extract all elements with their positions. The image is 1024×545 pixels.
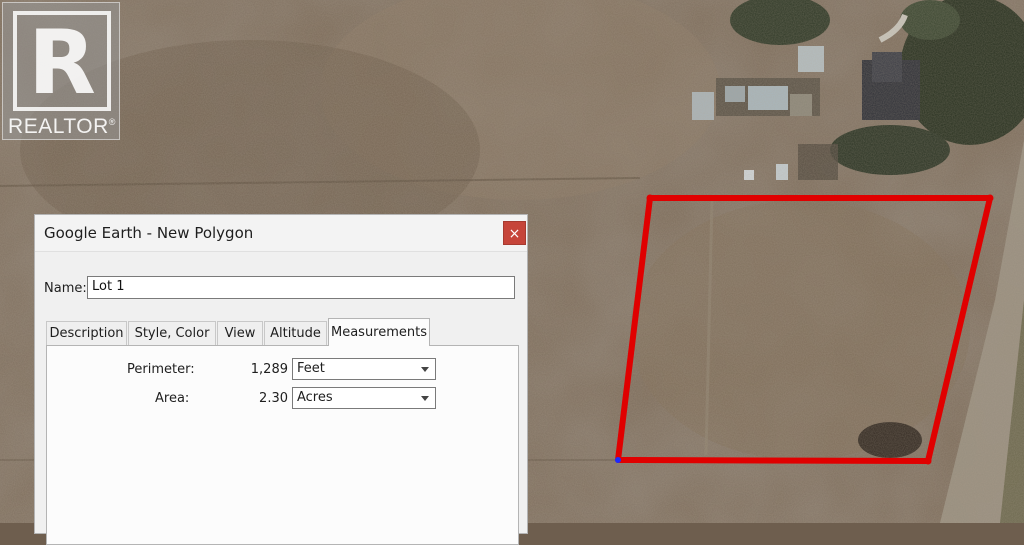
area-label: Area: xyxy=(155,391,190,406)
tab-description[interactable]: Description xyxy=(46,321,127,345)
area-value: 2.30 xyxy=(259,391,288,406)
logo-text: REALTOR xyxy=(8,115,109,138)
logo-r-box: R xyxy=(13,11,111,114)
close-button[interactable]: × xyxy=(503,221,526,245)
tab-altitude[interactable]: Altitude xyxy=(264,321,327,345)
measurements-panel: Perimeter: 1,289 Feet Area: 2.30 Acres xyxy=(46,345,519,545)
name-input[interactable]: Lot 1 xyxy=(87,276,515,299)
perimeter-value: 1,289 xyxy=(250,362,288,377)
chevron-down-icon xyxy=(421,396,429,401)
perimeter-unit-value: Feet xyxy=(297,361,325,376)
perimeter-unit-select[interactable]: Feet xyxy=(292,358,436,380)
logo-wordmark: REALTOR® xyxy=(3,115,121,139)
name-label: Name: xyxy=(44,281,87,296)
chevron-down-icon xyxy=(421,367,429,372)
polygon-dialog: Google Earth - New Polygon × Name: Lot 1… xyxy=(34,214,528,545)
logo-letter: R xyxy=(28,11,96,114)
tab-measurements[interactable]: Measurements xyxy=(328,318,430,346)
dialog-titlebar[interactable]: Google Earth - New Polygon × xyxy=(35,215,527,252)
perimeter-label: Perimeter: xyxy=(127,362,195,377)
logo-trademark: ® xyxy=(108,117,116,127)
tab-view[interactable]: View xyxy=(217,321,263,345)
area-unit-select[interactable]: Acres xyxy=(292,387,436,409)
dialog-title: Google Earth - New Polygon xyxy=(44,224,254,242)
polygon-vertex-selected[interactable] xyxy=(615,457,621,463)
area-unit-value: Acres xyxy=(297,390,333,405)
realtor-logo: R REALTOR® xyxy=(2,2,120,140)
tab-style-color[interactable]: Style, Color xyxy=(128,321,216,345)
